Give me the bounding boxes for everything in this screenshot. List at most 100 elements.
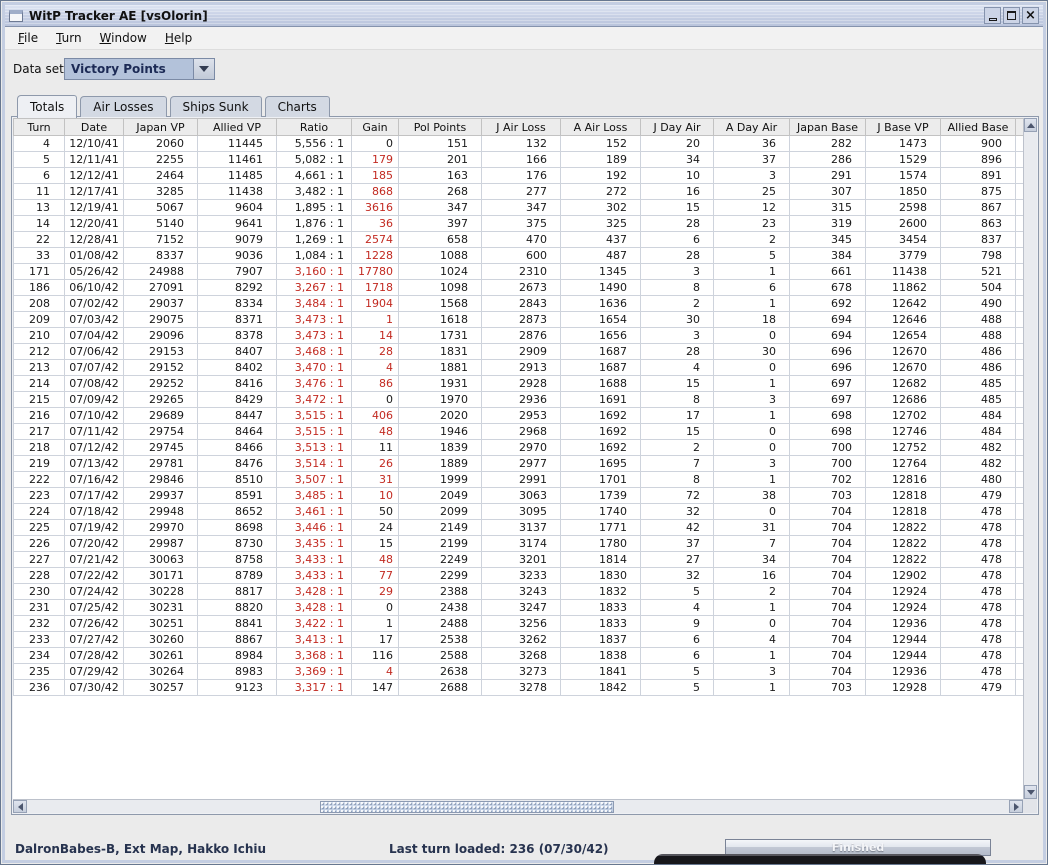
cell-ratio[interactable]: 3,446 : 1 <box>276 519 352 536</box>
table-row-turn-231[interactable]: 231 07/25/42 30231 8820 3,428 : 1 0 2438 3247 18… <box>13 599 1023 616</box>
cell-ratio[interactable]: 3,433 : 1 <box>276 551 352 568</box>
cell-j-air-loss[interactable]: 3256 <box>481 615 561 632</box>
cell-pol-points[interactable]: 2538 <box>398 631 482 648</box>
cell-allied-vp[interactable]: 9036 <box>197 247 277 264</box>
cell-a-day-air[interactable]: 1 <box>713 471 790 488</box>
cell-japan-base[interactable]: 704 <box>789 631 866 648</box>
cell-date[interactable]: 07/11/42 <box>64 423 124 440</box>
cell-japan-vp[interactable]: 29970 <box>123 519 198 536</box>
cell-japan-vp[interactable]: 30231 <box>123 599 198 616</box>
cell-pol-points[interactable]: 1970 <box>398 391 482 408</box>
cell-ratio[interactable]: 5,556 : 1 <box>276 135 352 152</box>
cell-j-base-vp[interactable]: 11438 <box>865 263 941 280</box>
cell-allied-vp[interactable]: 8758 <box>197 551 277 568</box>
cell-gain[interactable]: 31 <box>351 471 399 488</box>
cell-j-base-vp[interactable]: 12928 <box>865 679 941 696</box>
cell-turn[interactable]: 224 <box>13 503 65 520</box>
tab-air-losses[interactable]: Air Losses <box>80 96 167 117</box>
cell-a[interactable] <box>1015 391 1023 408</box>
cell-allied-base[interactable]: 478 <box>940 535 1016 552</box>
column-header-date[interactable]: Date <box>64 118 124 136</box>
cell-ratio[interactable]: 3,369 : 1 <box>276 663 352 680</box>
table-row-turn-212[interactable]: 212 07/06/42 29153 8407 3,468 : 1 28 1831 2909 1… <box>13 343 1023 360</box>
cell-turn[interactable]: 213 <box>13 359 65 376</box>
table-row-turn-234[interactable]: 234 07/28/42 30261 8984 3,368 : 1 116 2588 3268… <box>13 647 1023 664</box>
cell-pol-points[interactable]: 151 <box>398 135 482 152</box>
menu-file[interactable]: File <box>9 28 47 48</box>
cell-japan-vp[interactable]: 24988 <box>123 263 198 280</box>
cell-turn[interactable]: 223 <box>13 487 65 504</box>
cell-japan-vp[interactable]: 30264 <box>123 663 198 680</box>
cell-allied-vp[interactable]: 8334 <box>197 295 277 312</box>
cell-a-air-loss[interactable]: 272 <box>560 183 641 200</box>
cell-a[interactable] <box>1015 631 1023 648</box>
cell-a-day-air[interactable]: 12 <box>713 199 790 216</box>
cell-japan-base[interactable]: 703 <box>789 487 866 504</box>
cell-allied-vp[interactable]: 9079 <box>197 231 277 248</box>
cell-pol-points[interactable]: 1839 <box>398 439 482 456</box>
table-row-turn-233[interactable]: 233 07/27/42 30260 8867 3,413 : 1 17 2538 3262 1… <box>13 631 1023 648</box>
cell-pol-points[interactable]: 268 <box>398 183 482 200</box>
cell-japan-vp[interactable]: 29075 <box>123 311 198 328</box>
cell-pol-points[interactable]: 2388 <box>398 583 482 600</box>
cell-japan-base[interactable]: 704 <box>789 663 866 680</box>
cell-a[interactable] <box>1015 647 1023 664</box>
cell-japan-base[interactable]: 315 <box>789 199 866 216</box>
cell-j-day-air[interactable]: 15 <box>640 199 714 216</box>
cell-allied-base[interactable]: 900 <box>940 135 1016 152</box>
cell-a-air-loss[interactable]: 1691 <box>560 391 641 408</box>
table-row-turn-214[interactable]: 214 07/08/42 29252 8416 3,476 : 1 86 1931 2928 1… <box>13 375 1023 392</box>
cell-j-day-air[interactable]: 15 <box>640 423 714 440</box>
cell-j-base-vp[interactable]: 1850 <box>865 183 941 200</box>
cell-date[interactable]: 07/04/42 <box>64 327 124 344</box>
cell-a[interactable] <box>1015 471 1023 488</box>
cell-japan-base[interactable]: 319 <box>789 215 866 232</box>
cell-a-day-air[interactable]: 1 <box>713 295 790 312</box>
cell-j-base-vp[interactable]: 2600 <box>865 215 941 232</box>
cell-turn[interactable]: 230 <box>13 583 65 600</box>
cell-j-base-vp[interactable]: 1473 <box>865 135 941 152</box>
cell-japan-vp[interactable]: 3285 <box>123 183 198 200</box>
column-header-j-air-loss[interactable]: J Air Loss <box>481 118 561 136</box>
cell-j-base-vp[interactable]: 12670 <box>865 343 941 360</box>
cell-japan-vp[interactable]: 8337 <box>123 247 198 264</box>
cell-j-day-air[interactable]: 8 <box>640 279 714 296</box>
cell-j-day-air[interactable]: 17 <box>640 407 714 424</box>
cell-japan-vp[interactable]: 30171 <box>123 567 198 584</box>
cell-japan-vp[interactable]: 29265 <box>123 391 198 408</box>
cell-allied-base[interactable]: 896 <box>940 151 1016 168</box>
cell-japan-base[interactable]: 307 <box>789 183 866 200</box>
cell-allied-base[interactable]: 478 <box>940 503 1016 520</box>
cell-j-air-loss[interactable]: 3273 <box>481 663 561 680</box>
dataset-combobox[interactable]: Victory Points <box>64 58 215 80</box>
cell-turn[interactable]: 218 <box>13 439 65 456</box>
cell-japan-vp[interactable]: 29948 <box>123 503 198 520</box>
cell-a-day-air[interactable]: 36 <box>713 135 790 152</box>
cell-allied-vp[interactable]: 11485 <box>197 167 277 184</box>
cell-a-day-air[interactable]: 34 <box>713 551 790 568</box>
cell-pol-points[interactable]: 397 <box>398 215 482 232</box>
cell-a[interactable] <box>1015 663 1023 680</box>
cell-ratio[interactable]: 3,428 : 1 <box>276 599 352 616</box>
cell-pol-points[interactable]: 2688 <box>398 679 482 696</box>
cell-gain[interactable]: 17 <box>351 631 399 648</box>
cell-date[interactable]: 07/16/42 <box>64 471 124 488</box>
cell-a[interactable] <box>1015 231 1023 248</box>
cell-a-day-air[interactable]: 0 <box>713 503 790 520</box>
cell-date[interactable]: 07/07/42 <box>64 359 124 376</box>
cell-a[interactable] <box>1015 615 1023 632</box>
cell-pol-points[interactable]: 1618 <box>398 311 482 328</box>
cell-japan-base[interactable]: 661 <box>789 263 866 280</box>
cell-allied-vp[interactable]: 8416 <box>197 375 277 392</box>
table-row-turn-13[interactable]: 13 12/19/41 5067 9604 1,895 : 1 3616 347 347 302… <box>13 199 1023 216</box>
cell-j-day-air[interactable]: 6 <box>640 231 714 248</box>
cell-allied-vp[interactable]: 8789 <box>197 567 277 584</box>
cell-japan-base[interactable]: 696 <box>789 343 866 360</box>
cell-j-day-air[interactable]: 28 <box>640 215 714 232</box>
cell-gain[interactable]: 17780 <box>351 263 399 280</box>
cell-japan-base[interactable]: 698 <box>789 423 866 440</box>
cell-pol-points[interactable]: 2099 <box>398 503 482 520</box>
cell-pol-points[interactable]: 2488 <box>398 615 482 632</box>
cell-date[interactable]: 12/20/41 <box>64 215 124 232</box>
cell-japan-base[interactable]: 703 <box>789 679 866 696</box>
